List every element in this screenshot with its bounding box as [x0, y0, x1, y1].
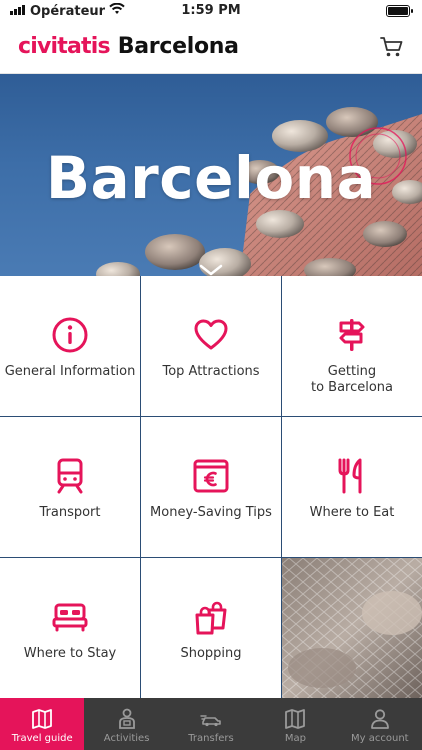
bed-icon — [51, 598, 89, 636]
signpost-icon — [333, 316, 371, 354]
tile-label: Where to Stay — [23, 646, 117, 661]
map-book-icon — [32, 709, 53, 729]
chevron-down-icon[interactable] — [199, 264, 223, 276]
tab-transfers[interactable]: Transfers — [169, 698, 253, 750]
tile-label: Getting to Barcelona — [310, 364, 394, 395]
tile-getting-to-barcelona[interactable]: Getting to Barcelona — [282, 276, 422, 416]
tile-money-saving-tips[interactable]: Money-Saving Tips — [141, 417, 281, 557]
tile-label: Transport — [39, 505, 101, 520]
tile-general-information[interactable]: General Information — [0, 276, 140, 416]
hero-title: Barcelona — [45, 144, 377, 212]
tab-label: Travel guide — [11, 733, 73, 744]
tab-map[interactable]: Map — [253, 698, 337, 750]
battery-icon — [386, 5, 413, 17]
user-icon — [370, 709, 389, 729]
tab-travel-guide[interactable]: Travel guide — [0, 698, 85, 750]
tile-where-to-stay[interactable]: Where to Stay — [0, 558, 140, 698]
hero-banner: Barcelona — [0, 74, 422, 276]
status-bar: Opérateur 1:59 PM — [0, 0, 422, 22]
civitatis-logo[interactable]: civitatis — [18, 34, 111, 59]
status-time: 1:59 PM — [181, 3, 241, 18]
tab-label: Transfers — [188, 733, 234, 744]
tile-top-attractions[interactable]: Top Attractions — [141, 276, 281, 416]
tile-shopping[interactable]: Shopping — [141, 558, 281, 698]
app-header: civitatis Barcelona — [0, 22, 422, 74]
tile-where-to-eat[interactable]: Where to Eat — [282, 417, 422, 557]
tile-transport[interactable]: Transport — [0, 417, 140, 557]
tile-label: General Information — [4, 364, 136, 379]
brand: civitatis Barcelona — [18, 34, 239, 59]
tile-label: Money-Saving Tips — [150, 505, 272, 520]
decorative-photo — [282, 558, 422, 698]
cart-icon — [380, 37, 403, 57]
fork-knife-icon — [333, 457, 371, 495]
tile-label: Where to Eat — [309, 505, 395, 520]
map-icon — [285, 709, 306, 729]
tab-my-account[interactable]: My account — [338, 698, 422, 750]
train-icon — [51, 457, 89, 495]
category-grid: General Information Top Attractions Gett… — [0, 276, 422, 698]
info-icon — [51, 316, 89, 354]
bottom-tab-bar: Travel guide Activities Transfers Map My… — [0, 698, 422, 750]
page-title: Barcelona — [117, 34, 239, 59]
heart-icon — [192, 316, 230, 354]
euro-wallet-icon — [192, 457, 230, 495]
shopping-bags-icon — [192, 598, 230, 636]
tile-label: Shopping — [180, 646, 242, 661]
tab-label: Map — [284, 733, 306, 744]
cart-button[interactable] — [380, 36, 404, 58]
tour-guide-icon — [118, 708, 135, 729]
transfer-car-icon — [200, 715, 221, 727]
tab-label: My account — [351, 733, 409, 744]
tab-activities[interactable]: Activities — [84, 698, 168, 750]
tile-label: Top Attractions — [162, 364, 260, 379]
tab-label: Activities — [103, 733, 150, 744]
